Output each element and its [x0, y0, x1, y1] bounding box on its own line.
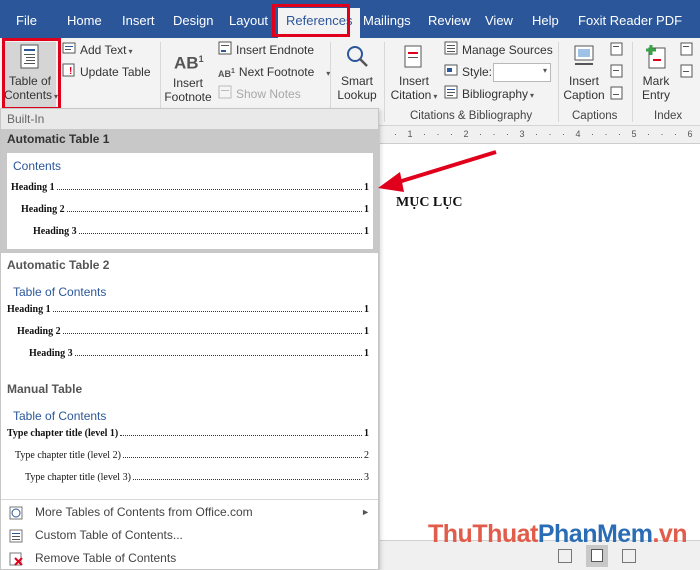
gallery-item-title: Automatic Table 2: [7, 258, 110, 272]
remove-toc-icon: [9, 551, 23, 566]
table-of-contents-label-1: Table of: [8, 74, 52, 88]
gallery-item-manual-table[interactable]: Manual Table Table of Contents Type chap…: [1, 379, 378, 499]
tab-mailings[interactable]: Mailings: [363, 0, 411, 38]
group-label-index: Index: [654, 110, 683, 122]
preview-line-level-1: Type chapter title (level 1) 1: [7, 428, 369, 439]
gallery-item-preview: Table of Contents Heading 11 Heading 21 …: [7, 279, 373, 375]
preview-line-level-2: Heading 21: [21, 204, 369, 215]
preview-line-level-3: Type chapter title (level 3) 3: [25, 472, 369, 483]
preview-line-level-1: Heading 11: [7, 304, 369, 315]
insert-citation-button[interactable]: Insert Citation ▾: [386, 42, 442, 104]
tab-home[interactable]: Home: [67, 0, 102, 38]
office-globe-icon: [9, 505, 23, 520]
preview-title: Contents: [13, 159, 62, 173]
manage-sources-icon: [444, 41, 458, 61]
ribbon-tab-bar: File Home Insert Design Layout Reference…: [0, 0, 700, 38]
tab-review[interactable]: Review: [428, 0, 471, 38]
preview-line-level-1: Heading 11: [11, 182, 369, 193]
gallery-section-built-in: Built-In: [1, 109, 378, 129]
preview-line-level-2: Heading 21: [17, 326, 369, 337]
table-of-contents-button[interactable]: Table of Contents ▾: [4, 42, 59, 108]
insert-caption-button[interactable]: Insert Caption: [560, 42, 608, 102]
mark-entry-icon: [644, 44, 668, 70]
style-dropdown[interactable]: ▾: [493, 63, 551, 82]
manage-sources-button[interactable]: Manage Sources: [444, 40, 553, 60]
group-separator: [384, 42, 385, 122]
tab-file[interactable]: File: [16, 0, 37, 38]
mark-entry-button[interactable]: Mark Entry: [634, 42, 678, 102]
preview-title: Table of Contents: [13, 285, 107, 299]
update-table-icon: !: [62, 63, 76, 83]
submenu-arrow-icon: ►: [361, 507, 370, 517]
insert-endnote-button[interactable]: Insert Endnote: [218, 40, 314, 60]
custom-table-of-contents-menu-item[interactable]: Custom Table of Contents...: [1, 524, 378, 546]
tab-help[interactable]: Help: [532, 0, 559, 38]
remove-table-of-contents-menu-item[interactable]: Remove Table of Contents: [1, 547, 378, 569]
gallery-item-automatic-table-1[interactable]: Automatic Table 1 Contents Heading 11 He…: [1, 129, 378, 253]
horizontal-ruler[interactable]: · 1 · · · 2 · · · 3 · · · 4 · · · 5 · · …: [380, 126, 700, 144]
gallery-item-automatic-table-2[interactable]: Automatic Table 2 Table of Contents Head…: [1, 255, 378, 379]
tab-insert[interactable]: Insert: [122, 0, 155, 38]
tab-design[interactable]: Design: [173, 0, 213, 38]
web-layout-icon[interactable]: [622, 549, 636, 563]
footnote-icon: AB1: [174, 53, 204, 73]
next-footnote-button[interactable]: AB1 Next Footnote ▾: [218, 62, 330, 82]
table-of-contents-icon: [19, 44, 41, 70]
add-text-icon: [62, 41, 76, 61]
preview-title: Table of Contents: [13, 409, 107, 423]
table-of-contents-label-2: Contents ▾: [4, 88, 59, 102]
gallery-divider: [1, 499, 378, 500]
svg-text:!: !: [69, 66, 72, 77]
next-footnote-icon: AB1: [218, 68, 235, 79]
tab-references[interactable]: References: [278, 8, 361, 38]
cross-reference-icon[interactable]: [610, 86, 624, 100]
document-heading-text[interactable]: MỤC LỤC: [396, 195, 463, 211]
insert-footnote-button[interactable]: AB1 Insert Footnote: [162, 42, 214, 104]
group-label-captions: Captions: [572, 110, 618, 122]
watermark-logo: ThuThuatPhanMem.vn: [428, 520, 688, 548]
gallery-item-title: Manual Table: [7, 382, 83, 396]
chevron-down-icon: ▾: [542, 66, 547, 75]
tab-view[interactable]: View: [485, 0, 513, 38]
insert-index-icon[interactable]: [680, 42, 694, 56]
style-icon: [444, 63, 458, 83]
group-label-citations: Citations & Bibliography: [410, 110, 533, 122]
gallery-item-title: Automatic Table 1: [7, 132, 110, 146]
tab-layout[interactable]: Layout: [229, 0, 268, 38]
show-notes-button[interactable]: Show Notes: [218, 84, 301, 104]
update-index-icon[interactable]: [680, 64, 694, 78]
bibliography-icon: [444, 85, 458, 105]
custom-toc-icon: [9, 528, 23, 543]
add-text-button[interactable]: Add Text ▾: [62, 40, 133, 60]
insert-citation-label-2: Citation ▾: [390, 88, 438, 102]
group-separator: [558, 42, 559, 122]
tab-foxit-reader-pdf[interactable]: Foxit Reader PDF: [578, 0, 682, 38]
toc-gallery-dropdown: Built-In Automatic Table 1 Contents Head…: [0, 108, 379, 570]
preview-line-level-3: Heading 31: [33, 226, 369, 237]
gallery-item-preview: Contents Heading 11 Heading 21 Heading 3…: [7, 153, 373, 249]
smart-lookup-button[interactable]: Smart Lookup: [334, 42, 380, 102]
style-selector: Style:: [444, 62, 492, 82]
update-table-button[interactable]: ! Update Table: [62, 62, 151, 82]
gallery-item-preview: Table of Contents Type chapter title (le…: [7, 403, 373, 499]
caption-icon: [572, 44, 596, 70]
endnote-icon: [218, 41, 232, 61]
preview-line-level-3: Heading 31: [29, 348, 369, 359]
read-mode-icon[interactable]: [558, 549, 572, 563]
update-table-of-figures-icon[interactable]: [610, 64, 624, 78]
insert-table-of-figures-icon[interactable]: [610, 42, 624, 56]
more-tables-of-contents-menu-item[interactable]: More Tables of Contents from Office.com …: [1, 501, 378, 523]
group-separator: [632, 42, 633, 122]
search-icon: [344, 44, 370, 70]
show-notes-icon: [218, 85, 232, 105]
bibliography-button[interactable]: Bibliography ▾: [444, 84, 534, 104]
citation-icon: [402, 44, 426, 70]
preview-line-level-2: Type chapter title (level 2) 2: [15, 450, 369, 461]
